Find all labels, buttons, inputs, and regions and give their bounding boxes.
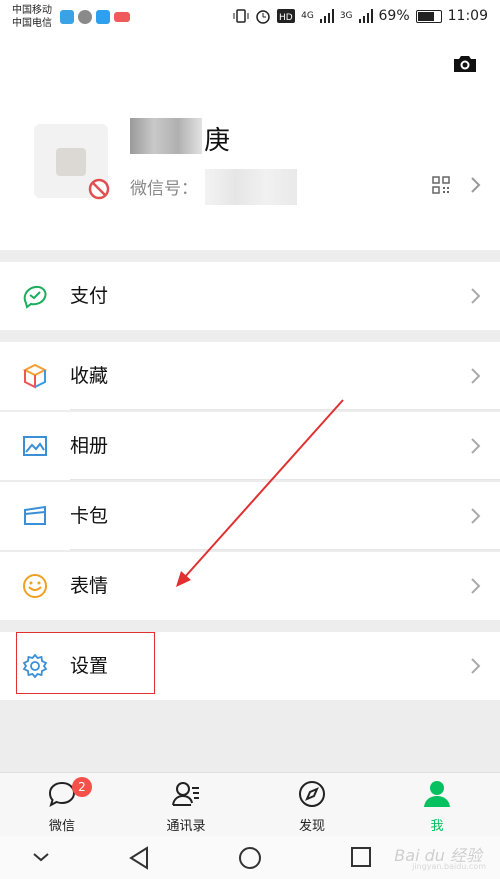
menu-item-cards[interactable]: 卡包 (0, 482, 500, 550)
watermark-url: jingyan.baidu.com (412, 862, 486, 871)
pay-label: 支付 (70, 285, 109, 307)
app-notification-icon (96, 10, 110, 24)
carrier-names: 中国移动 中国电信 (12, 4, 52, 30)
menu-item-favorites[interactable]: 收藏 (0, 342, 500, 410)
vibrate-icon (233, 9, 249, 23)
favorites-label: 收藏 (70, 365, 109, 387)
avatar-image (56, 148, 86, 176)
profile-header[interactable]: 庚 微信号： (0, 36, 500, 250)
battery-percent: 69% (378, 8, 410, 24)
wechat-id-redacted (205, 169, 297, 205)
system-nav-bar: Bai du 经验 jingyan.baidu.com (0, 836, 500, 879)
album-label: 相册 (70, 435, 109, 457)
tab-discover[interactable]: 发现 (272, 773, 352, 837)
alarm-icon (256, 10, 270, 24)
carrier-1: 中国移动 (12, 5, 52, 16)
tab-contacts[interactable]: 通讯录 (146, 773, 226, 837)
hd-icon: HD (277, 9, 296, 23)
person-icon (424, 781, 450, 807)
tab-chats-label: 微信 (48, 819, 75, 834)
tab-contacts-label: 通讯录 (166, 819, 206, 834)
nickname-redacted (130, 118, 202, 154)
cards-label: 卡包 (70, 505, 109, 527)
chevron-down-icon[interactable] (32, 852, 50, 862)
row-divider (70, 409, 500, 410)
bottom-tab-bar: 2 微信 通讯录 发现 我 (0, 772, 500, 837)
recents-square-icon[interactable] (350, 846, 372, 868)
favorites-cube-icon (22, 363, 48, 389)
smiley-face-icon (23, 574, 47, 598)
back-triangle-icon[interactable] (128, 846, 150, 870)
menu-item-pay[interactable]: 支付 (0, 262, 500, 330)
nickname: 庚 (204, 126, 231, 156)
signal-bars-icon (358, 9, 373, 23)
chevron-right-icon (471, 438, 481, 454)
badge-notification-icon (114, 12, 130, 22)
chevron-right-icon (471, 368, 481, 384)
prohibited-icon (88, 178, 110, 200)
contacts-icon (172, 782, 199, 806)
tab-me-label: 我 (430, 819, 444, 834)
wechat-id-label: 微信号： (130, 179, 198, 199)
clock: 11:09 (447, 8, 488, 24)
status-right: HD 4G 3G 69% 11:09 (233, 8, 488, 24)
tab-chats[interactable]: 2 微信 (22, 773, 102, 837)
qr-code-icon[interactable] (432, 176, 450, 194)
wechat-notification-icon (78, 10, 92, 24)
battery-fill (417, 11, 435, 21)
unread-badge: 2 (72, 777, 92, 797)
signal-label-1: 4G (301, 11, 314, 21)
tab-me[interactable]: 我 (397, 773, 477, 837)
chevron-right-icon (471, 177, 481, 193)
shield-app-icon (60, 10, 74, 24)
svg-text:HD: HD (279, 13, 293, 23)
stickers-label: 表情 (70, 575, 109, 597)
row-divider (70, 479, 500, 480)
signal-bars-icon (319, 9, 334, 23)
pay-icon (23, 285, 47, 309)
camera-icon[interactable] (452, 54, 478, 74)
menu-item-album[interactable]: 相册 (0, 412, 500, 480)
chevron-right-icon (471, 658, 481, 674)
settings-highlight-box (16, 632, 155, 694)
chevron-right-icon (471, 578, 481, 594)
signal-label-2: 3G (339, 11, 353, 21)
chevron-right-icon (471, 288, 481, 304)
compass-icon (299, 781, 325, 807)
tab-discover-label: 发现 (298, 819, 325, 834)
row-divider (70, 549, 500, 550)
carrier-2: 中国电信 (12, 18, 52, 29)
status-bar: 中国移动 中国电信 HD 4G 3G 69% 11:09 (0, 0, 500, 36)
menu-item-stickers[interactable]: 表情 (0, 552, 500, 620)
chevron-right-icon (471, 508, 481, 524)
album-image-icon (23, 436, 47, 456)
card-wallet-icon (24, 505, 46, 525)
notification-icons (60, 10, 130, 24)
home-circle-icon[interactable] (238, 846, 262, 870)
battery-icon (415, 9, 442, 23)
